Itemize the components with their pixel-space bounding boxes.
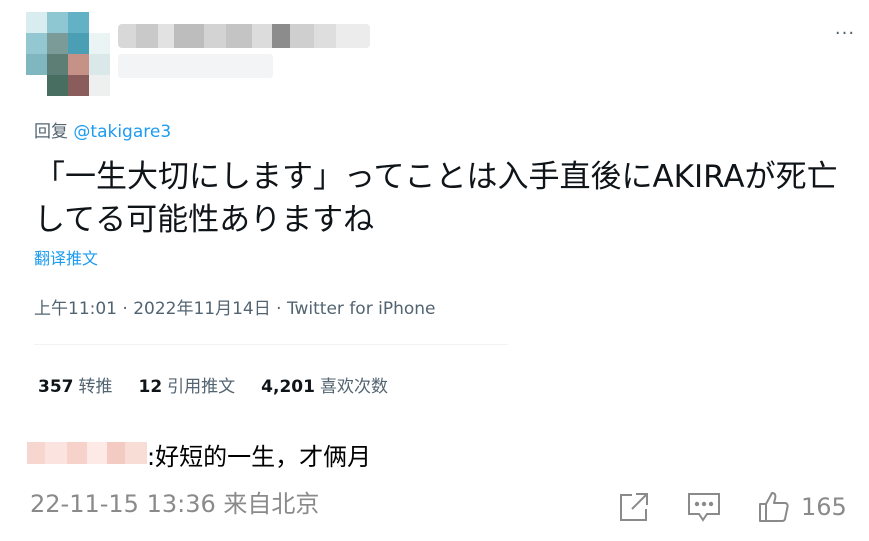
like-button[interactable]: 165 xyxy=(757,490,847,524)
translate-tweet-link[interactable]: 翻译推文 xyxy=(34,245,98,269)
avatar[interactable] xyxy=(26,12,110,96)
comment-item: :好短的一生，才俩月 22-11-15 13:36 来自北京 165 xyxy=(0,420,869,541)
quotes-stat[interactable]: 12 引用推文 xyxy=(139,372,236,397)
like-count: 165 xyxy=(801,493,847,521)
tweet-timestamp[interactable]: 上午11:01 · 2022年11月14日 · Twitter for iPho… xyxy=(34,294,435,319)
tweet-text: 「一生大切にします」ってことは入手直後にAKIRAが死亡してる可能性ありますね xyxy=(34,159,838,238)
share-icon xyxy=(620,493,648,521)
comment-timestamp: 22-11-15 13:36 来自北京 xyxy=(30,490,320,518)
reply-context: 回复 @takigare3 xyxy=(34,117,171,142)
comment-text: :好短的一生，才俩月 xyxy=(147,443,372,471)
likes-stat[interactable]: 4,201 喜欢次数 xyxy=(261,372,388,397)
reply-prefix: 回复 xyxy=(34,122,68,142)
more-options-icon[interactable]: ··· xyxy=(830,24,860,44)
reply-handle-link[interactable]: @takigare3 xyxy=(73,122,171,142)
thumbs-up-icon xyxy=(759,492,789,522)
share-button[interactable] xyxy=(617,490,651,524)
comment-icon xyxy=(688,493,720,522)
divider xyxy=(34,344,508,345)
retweets-stat[interactable]: 357 转推 xyxy=(38,372,113,397)
commenter-name-blurred[interactable] xyxy=(27,442,147,464)
author-handle-blurred[interactable] xyxy=(118,54,273,78)
tweet-card: ··· 回复 @takigare3 「一生大切にします」ってことは入手直後にAK… xyxy=(0,0,869,420)
tweet-stats: 357 转推 12 引用推文 4,201 喜欢次数 xyxy=(38,372,388,397)
comment-button[interactable] xyxy=(686,490,722,524)
author-name-blurred[interactable] xyxy=(118,24,370,48)
